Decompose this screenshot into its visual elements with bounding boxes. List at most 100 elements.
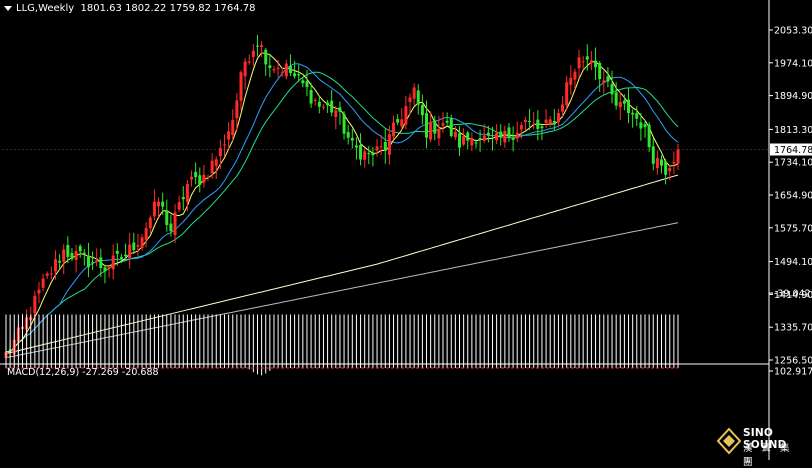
candle-body bbox=[453, 132, 457, 138]
candle-body bbox=[33, 295, 37, 314]
candle-body bbox=[136, 245, 140, 247]
candle-body bbox=[169, 223, 173, 232]
candle-body bbox=[309, 90, 313, 104]
candle-body bbox=[536, 119, 540, 129]
chart-background bbox=[0, 0, 812, 460]
candle-body bbox=[165, 210, 169, 226]
candle-body bbox=[350, 137, 354, 141]
candle-body bbox=[342, 113, 346, 134]
candle-body bbox=[371, 153, 375, 156]
candle-body bbox=[664, 161, 668, 175]
candle-body bbox=[589, 60, 593, 64]
candle-body bbox=[379, 146, 383, 148]
candle-body bbox=[581, 61, 585, 63]
candle-body bbox=[206, 176, 210, 178]
candle-body bbox=[321, 106, 325, 108]
candle-body bbox=[499, 131, 503, 138]
price-tick-label: 1974.10 bbox=[774, 58, 812, 69]
candle-body bbox=[251, 50, 255, 57]
price-tick-label: 1335.70 bbox=[774, 323, 812, 334]
price-tick-label: 1494.10 bbox=[774, 257, 812, 268]
candle-body bbox=[651, 146, 655, 164]
candle-body bbox=[264, 49, 268, 65]
candle-body bbox=[655, 157, 659, 169]
candle-body bbox=[396, 119, 400, 123]
price-tick-label: 1654.90 bbox=[774, 191, 812, 202]
candle-body bbox=[585, 56, 589, 60]
candle-body bbox=[301, 80, 305, 84]
candle-body bbox=[610, 83, 614, 95]
candle-body bbox=[66, 245, 70, 257]
candle-body bbox=[359, 144, 363, 160]
candle-body bbox=[676, 149, 680, 164]
candle-body bbox=[124, 254, 128, 257]
candle-body bbox=[528, 120, 532, 122]
candle-body bbox=[268, 65, 272, 69]
candle-body bbox=[284, 63, 288, 77]
ohlc-values: 1801.63 1802.22 1759.82 1764.78 bbox=[80, 3, 256, 14]
candle-body bbox=[511, 137, 515, 140]
candle-body bbox=[400, 119, 404, 127]
candle-body bbox=[214, 159, 218, 166]
candle-body bbox=[119, 256, 123, 259]
candle-body bbox=[404, 106, 408, 125]
candle-body bbox=[470, 138, 474, 146]
candle-body bbox=[668, 167, 672, 172]
candle-body bbox=[115, 250, 119, 254]
price-tick-label: 1734.10 bbox=[774, 158, 812, 169]
candle-body bbox=[313, 99, 317, 101]
candle-body bbox=[210, 160, 214, 174]
candle-body bbox=[363, 151, 367, 160]
candle-body bbox=[569, 77, 573, 85]
candle-body bbox=[37, 289, 41, 294]
candle-body bbox=[128, 244, 132, 259]
candle-body bbox=[177, 202, 181, 210]
candle-body bbox=[565, 82, 569, 106]
candle-body bbox=[181, 197, 185, 200]
candle-body bbox=[330, 100, 334, 113]
macd-tick-label: -39.042 bbox=[774, 289, 811, 300]
candle-body bbox=[548, 119, 552, 124]
candle-body bbox=[235, 100, 239, 119]
candle-body bbox=[532, 123, 536, 125]
candle-body bbox=[561, 104, 565, 112]
candle-body bbox=[82, 252, 86, 254]
candle-body bbox=[243, 61, 247, 77]
candle-body bbox=[58, 260, 62, 263]
candle-body bbox=[544, 119, 548, 124]
candle-body bbox=[354, 145, 358, 148]
candle-body bbox=[643, 124, 647, 128]
candle-body bbox=[519, 125, 523, 130]
candle-body bbox=[223, 144, 227, 146]
candle-body bbox=[74, 251, 78, 261]
candle-body bbox=[45, 273, 49, 276]
candle-body bbox=[627, 99, 631, 114]
candle-body bbox=[577, 57, 581, 69]
candle-body bbox=[41, 278, 45, 288]
candle-body bbox=[425, 113, 429, 138]
candle-body bbox=[429, 121, 433, 140]
candle-body bbox=[495, 132, 499, 141]
candle-body bbox=[198, 175, 202, 185]
candle-body bbox=[276, 67, 280, 69]
candle-body bbox=[334, 110, 338, 117]
candle-body bbox=[297, 74, 301, 76]
candle-body bbox=[272, 69, 276, 71]
price-tick-label: 1575.70 bbox=[774, 223, 812, 234]
candle-body bbox=[392, 122, 396, 137]
candle-body bbox=[647, 124, 651, 148]
price-chart-svg: 2053.30 1974.10 1894.90 1813.30 1734.10 1654.… bbox=[0, 0, 812, 460]
candle-body bbox=[103, 267, 107, 272]
candle-body bbox=[227, 131, 231, 140]
candle-body bbox=[383, 142, 387, 151]
candle-body bbox=[144, 228, 148, 240]
candle-body bbox=[631, 112, 635, 115]
macd-tick-label: 102.917 bbox=[774, 367, 812, 378]
candle-body bbox=[445, 120, 449, 123]
candle-body bbox=[437, 128, 441, 139]
candle-body bbox=[660, 159, 664, 166]
candle-body bbox=[408, 97, 412, 103]
dropdown-triangle-icon[interactable] bbox=[4, 5, 12, 11]
candle-body bbox=[482, 135, 486, 141]
chart-area[interactable]: 2053.30 1974.10 1894.90 1813.30 1734.10 1654.… bbox=[0, 0, 812, 460]
